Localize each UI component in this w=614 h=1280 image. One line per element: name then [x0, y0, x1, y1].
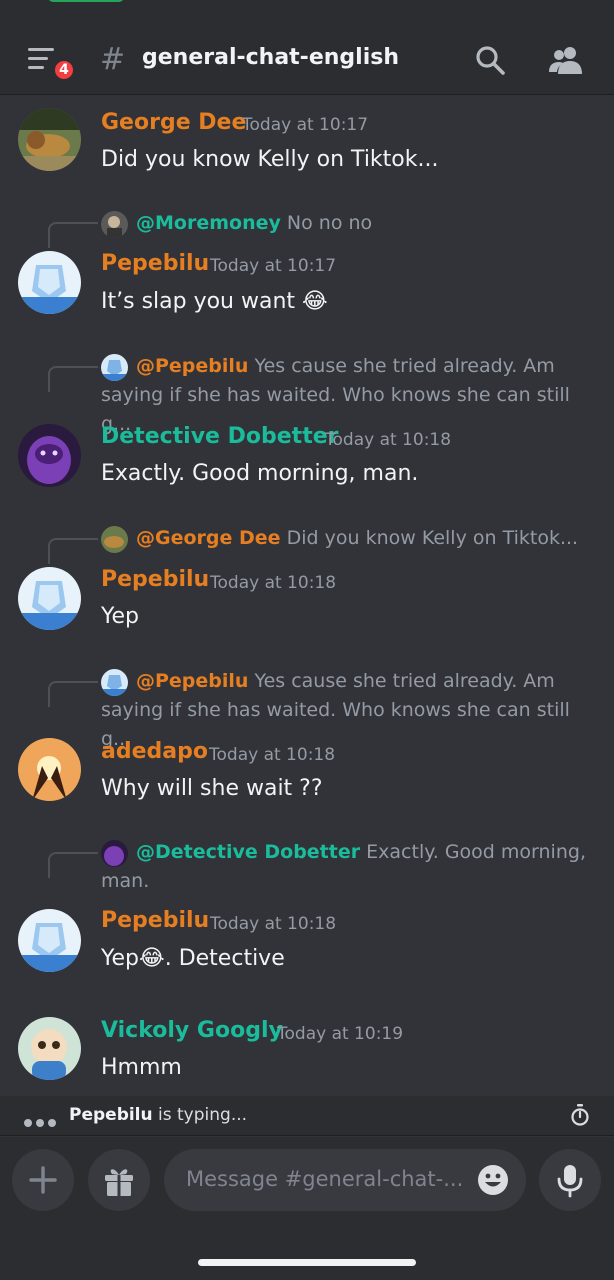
menu-button[interactable]: 4: [26, 44, 76, 84]
message-author[interactable]: adedapo: [101, 739, 208, 764]
message-content: Hmmm: [101, 1055, 182, 1080]
reply-preview[interactable]: @George Dee Did you know Kelly on Tiktok…: [101, 524, 591, 553]
typing-indicator: Pepebilu is typing...: [0, 1096, 614, 1136]
search-icon: [476, 46, 505, 75]
reply-preview[interactable]: @Moremoney No no no: [101, 209, 591, 238]
ice-avatar-image: [18, 909, 81, 972]
message-content: Did you know Kelly on Tiktok...: [101, 147, 439, 172]
reply-connector: [48, 538, 98, 564]
lion-avatar-image: [18, 108, 81, 171]
typing-user: Pepebilu: [69, 1105, 153, 1125]
reply-snippet: Did you know Kelly on Tiktok...: [286, 527, 579, 549]
message-timestamp: Today at 10:18: [209, 745, 336, 765]
message-content: Why will she wait ??: [101, 776, 323, 801]
reply-connector: [48, 681, 98, 707]
channel-title[interactable]: general-chat-english: [142, 45, 399, 70]
home-indicator[interactable]: [198, 1259, 416, 1266]
typing-dots-icon: [24, 1112, 60, 1131]
members-icon: [549, 47, 582, 74]
message-input-placeholder: Message #general-chat-...: [186, 1167, 464, 1191]
message-content: Exactly. Good morning, man.: [101, 461, 419, 486]
avatar[interactable]: [18, 909, 81, 972]
message-content: Yep: [101, 604, 140, 629]
reply-connector: [48, 852, 98, 878]
cartoon-cat-avatar-image: [18, 1017, 81, 1080]
message-author[interactable]: Pepebilu: [101, 567, 209, 592]
message-author[interactable]: Pepebilu: [101, 251, 209, 276]
timer-icon[interactable]: [570, 1104, 590, 1126]
avatar[interactable]: [18, 424, 81, 487]
ice-avatar-image: [18, 251, 81, 314]
message-timestamp: Today at 10:18: [210, 914, 337, 934]
typing-text: Pepebilu is typing...: [69, 1105, 247, 1125]
message-timestamp: Today at 10:17: [242, 115, 369, 135]
message-author[interactable]: George Dee: [101, 110, 246, 135]
gift-icon: [105, 1169, 133, 1196]
avatar[interactable]: [18, 108, 81, 171]
message-input[interactable]: Message #general-chat-...: [164, 1149, 526, 1211]
avatar[interactable]: [18, 567, 81, 630]
avatar[interactable]: [18, 1017, 81, 1080]
message-author[interactable]: Detective Dobetter: [101, 424, 339, 449]
plus-icon: [29, 1166, 57, 1194]
members-button[interactable]: [548, 44, 584, 78]
message-author[interactable]: Vickoly Googly: [101, 1018, 283, 1043]
message-timestamp: Today at 10:18: [210, 573, 337, 593]
message-content: Yep😂. Detective: [101, 946, 285, 971]
voice-status-pill[interactable]: [48, 0, 124, 2]
message-timestamp: Today at 10:19: [277, 1024, 404, 1044]
message-content: It’s slap you want 😂: [101, 289, 328, 314]
reply-mention[interactable]: @Detective Dobetter: [136, 841, 360, 863]
hash-icon: #: [100, 42, 126, 77]
reply-connector: [48, 222, 98, 248]
gift-button[interactable]: [88, 1149, 150, 1211]
message-timestamp: Today at 10:18: [325, 430, 452, 450]
message-author[interactable]: Pepebilu: [101, 908, 209, 933]
message-timestamp: Today at 10:17: [210, 256, 337, 276]
sunset-hands-avatar-image: [18, 738, 81, 801]
emoji-icon[interactable]: [476, 1163, 510, 1197]
search-button[interactable]: [474, 44, 508, 78]
reply-mention[interactable]: @Moremoney: [136, 212, 281, 234]
voice-message-button[interactable]: [539, 1149, 601, 1211]
reply-preview[interactable]: @Detective Dobetter Exactly. Good mornin…: [101, 838, 591, 896]
microphone-icon: [557, 1165, 583, 1198]
typing-suffix: is typing...: [152, 1105, 248, 1125]
ice-avatar-image: [18, 567, 81, 630]
avatar[interactable]: [18, 738, 81, 801]
reply-mention[interactable]: @George Dee: [136, 527, 281, 549]
reply-mention[interactable]: @Pepebilu: [136, 355, 248, 377]
reply-snippet: No no no: [286, 212, 373, 234]
reply-mention[interactable]: @Pepebilu: [136, 670, 248, 692]
attach-button[interactable]: [12, 1149, 74, 1211]
unread-badge: 4: [52, 58, 76, 82]
reply-connector: [48, 366, 98, 392]
channel-header: 4 # general-chat-english: [0, 0, 614, 95]
avatar[interactable]: [18, 251, 81, 314]
purple-creature-avatar-image: [18, 424, 81, 487]
